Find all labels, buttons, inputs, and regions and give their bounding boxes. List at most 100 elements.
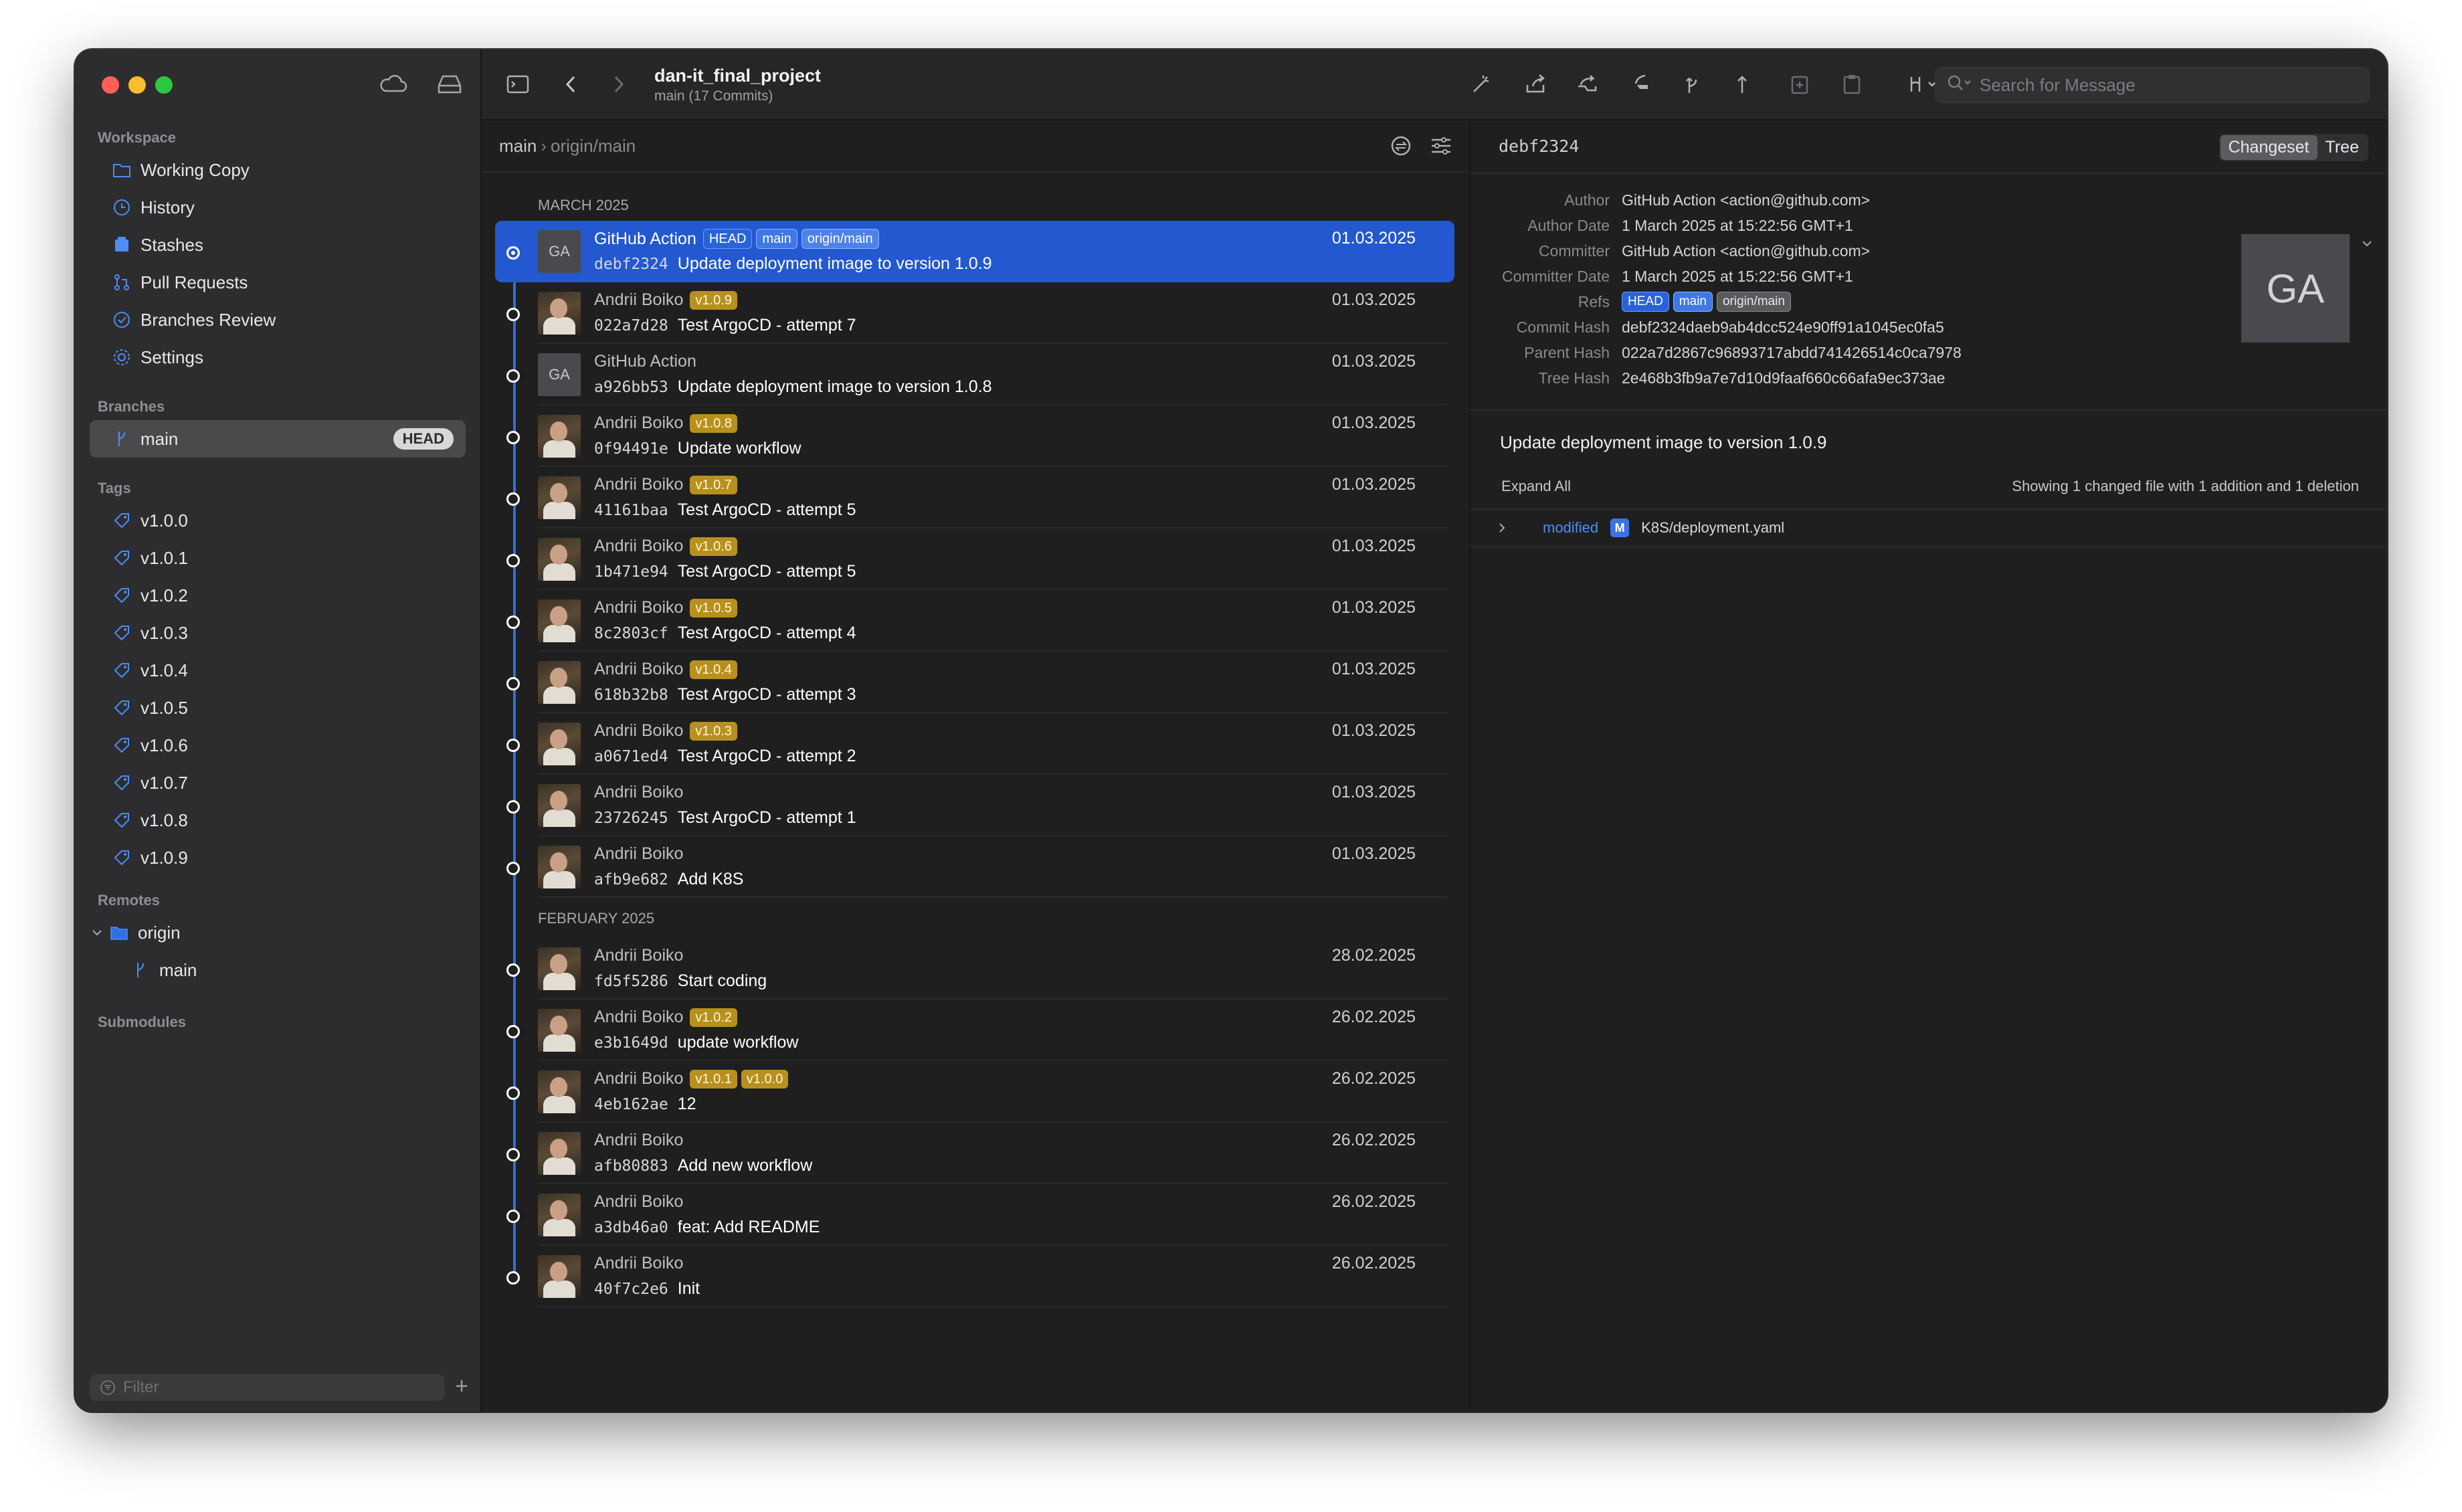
sidebar-toggle-button[interactable] xyxy=(502,70,534,102)
branch-button[interactable] xyxy=(1677,70,1709,102)
sync-icon[interactable] xyxy=(1389,134,1413,163)
graph-node xyxy=(506,616,520,629)
magic-wand-button[interactable] xyxy=(1465,70,1497,102)
sidebar-item-tag[interactable]: v1.0.5 xyxy=(75,689,480,727)
filter-field[interactable]: Filter xyxy=(90,1374,444,1401)
commit-row[interactable]: Andrii Boiko 40f7c2e6 Init 26.02.2025 xyxy=(495,1246,1454,1307)
magic-wand-icon xyxy=(1469,72,1494,100)
sidebar-item-tag[interactable]: v1.0.8 xyxy=(75,801,480,839)
tag-badge[interactable]: v1.0.9 xyxy=(690,290,737,310)
sliders-icon[interactable] xyxy=(1429,134,1453,163)
sidebar-item-remote-main[interactable]: main xyxy=(75,951,480,989)
sidebar-item-tag[interactable]: v1.0.9 xyxy=(75,839,480,876)
commit-author: Andrii Boiko xyxy=(594,1069,684,1088)
tag-badge[interactable]: v1.0.2 xyxy=(690,1008,737,1027)
commit-subject: Add new workflow xyxy=(677,1156,813,1175)
fetch-button[interactable] xyxy=(1571,70,1603,102)
tag-badge[interactable]: v1.0.1 xyxy=(690,1069,737,1089)
expand-all-button[interactable]: Expand All xyxy=(1501,478,1571,495)
back-button[interactable] xyxy=(555,70,587,102)
commit-row[interactable]: Andrii Boiko afb9e682 Add K8S 01.03.2025 xyxy=(495,836,1454,898)
tag-badge[interactable]: v1.0.5 xyxy=(690,598,737,618)
pull-button[interactable] xyxy=(1623,70,1655,102)
sidebar-item-stashes[interactable]: Stashes xyxy=(75,226,480,264)
sidebar-item-tag[interactable]: v1.0.0 xyxy=(75,502,480,539)
commit-row[interactable]: Andrii Boiko v1.0.9 022a7d28 Test ArgoCD - … xyxy=(495,282,1454,344)
commit-row[interactable]: Andrii Boiko v1.0.6 1b471e94 Test ArgoCD - … xyxy=(495,529,1454,590)
sidebar-item-tag[interactable]: v1.0.1 xyxy=(75,539,480,577)
share-button[interactable] xyxy=(1520,70,1552,102)
sidebar-item-history[interactable]: History xyxy=(75,189,480,226)
commit-subject: Test ArgoCD - attempt 2 xyxy=(677,747,856,765)
commit-row[interactable]: Andrii Boiko v1.0.4 618b32b8 Test ArgoCD - … xyxy=(495,652,1454,713)
sidebar-item-pull-requests[interactable]: Pull Requests xyxy=(75,264,480,301)
sidebar-item-branch-main[interactable]: main HEAD xyxy=(90,420,466,458)
avatar-face xyxy=(550,1139,567,1159)
stash-button[interactable] xyxy=(1784,70,1816,102)
ref-badge-main[interactable]: main xyxy=(1673,292,1713,312)
tag-badge[interactable]: v1.0.7 xyxy=(690,475,737,494)
tag-badge[interactable]: v1.0.4 xyxy=(690,660,737,679)
sidebar-item-label: Stashes xyxy=(140,234,203,255)
tag-badge[interactable]: v1.0.8 xyxy=(690,413,737,433)
commit-row[interactable]: Andrii Boiko v1.0.5 8c2803cf Test ArgoCD - … xyxy=(495,590,1454,652)
sidebar-item-working-copy[interactable]: Working Copy xyxy=(75,151,480,189)
forward-button[interactable] xyxy=(602,70,634,102)
ref-badge-head[interactable]: HEAD xyxy=(1622,292,1669,312)
pop-stash-button[interactable] xyxy=(1836,70,1868,102)
sidebar-item-branches-review[interactable]: Branches Review xyxy=(75,301,480,339)
sidebar-item-tag[interactable]: v1.0.2 xyxy=(75,577,480,614)
add-button[interactable]: + xyxy=(455,1374,468,1400)
tag-badge[interactable]: v1.0.0 xyxy=(741,1069,789,1089)
chevron-down-icon[interactable] xyxy=(2360,237,2374,250)
commit-row[interactable]: Andrii Boiko v1.0.8 0f94491e Update workflo… xyxy=(495,405,1454,467)
commit-hash: 0f94491e xyxy=(594,440,668,458)
push-button[interactable] xyxy=(1726,70,1758,102)
commit-row[interactable]: Andrii Boiko fd5f5286 Start coding 28.02.20… xyxy=(495,938,1454,1000)
breadcrumb-branch[interactable]: main xyxy=(499,136,537,157)
breadcrumb-remote[interactable]: origin/main xyxy=(551,136,636,157)
chevron-down-icon[interactable] xyxy=(91,923,103,942)
tag-badge[interactable]: v1.0.6 xyxy=(690,537,737,556)
chevron-right-icon[interactable] xyxy=(1495,521,1509,535)
sidebar-item-label: Branches Review xyxy=(140,309,276,330)
drive-icon[interactable] xyxy=(435,71,464,101)
commit-row[interactable]: Andrii Boiko v1.0.3 a0671ed4 Test ArgoCD - … xyxy=(495,713,1454,775)
commit-row[interactable]: Andrii Boiko a3db46a0 feat: Add README 26.0… xyxy=(495,1184,1454,1246)
sidebar-item-tag[interactable]: v1.0.6 xyxy=(75,727,480,764)
avatar-face xyxy=(550,1262,567,1282)
avatar xyxy=(538,947,581,990)
commit-row[interactable]: Andrii Boiko v1.0.7 41161baa Test ArgoCD - … xyxy=(495,467,1454,529)
sidebar-item-label: v1.0.8 xyxy=(140,810,188,830)
sidebar-item-label: v1.0.7 xyxy=(140,772,188,793)
sidebar-item-tag[interactable]: v1.0.7 xyxy=(75,764,480,801)
commit-row[interactable]: Andrii Boiko afb80883 Add new workflow 26.0… xyxy=(495,1123,1454,1184)
commit-subject: Test ArgoCD - attempt 4 xyxy=(677,624,856,642)
tab-tree[interactable]: Tree xyxy=(2317,135,2367,160)
cloud-icon[interactable] xyxy=(379,71,408,101)
close-window-button[interactable] xyxy=(102,76,119,94)
minimize-window-button[interactable] xyxy=(128,76,146,94)
zoom-window-button[interactable] xyxy=(155,76,173,94)
commit-row[interactable]: GA GitHub Action HEAD main origin/main debf23… xyxy=(495,221,1454,282)
tab-changeset[interactable]: Changeset xyxy=(2220,135,2317,160)
commit-row[interactable]: Andrii Boiko v1.0.1 v1.0.0 4eb162ae 12 26.02.… xyxy=(495,1061,1454,1123)
ref-badge[interactable]: HEAD xyxy=(702,229,753,249)
sidebar-item-tag[interactable]: v1.0.4 xyxy=(75,652,480,689)
commit-row[interactable]: GA GitHub Action a926bb53 Update deployment… xyxy=(495,344,1454,405)
sidebar-item-remote-origin[interactable]: origin xyxy=(75,914,480,951)
parent-hash-link[interactable]: 022a7d2867c96893717abdd741426514c0ca7978 xyxy=(1622,344,1962,362)
ref-badge[interactable]: origin/main xyxy=(801,229,879,249)
commit-hash: a926bb53 xyxy=(594,379,668,396)
tag-badge[interactable]: v1.0.3 xyxy=(690,721,737,741)
ref-badge-origin-main[interactable]: origin/main xyxy=(1716,292,1791,312)
sidebar-item-settings[interactable]: Settings xyxy=(75,339,480,376)
search-field[interactable]: Search for Message xyxy=(1935,67,2370,103)
commit-author: Andrii Boiko xyxy=(594,946,684,965)
commit-row[interactable]: Andrii Boiko 23726245 Test ArgoCD - attemp… xyxy=(495,775,1454,836)
changed-file-row[interactable]: modified M K8S/deployment.yaml xyxy=(1471,508,2387,547)
ref-badge[interactable]: main xyxy=(756,229,797,249)
workspace-section: Workspace Working Copy History Stashes P… xyxy=(75,124,480,376)
commit-row[interactable]: Andrii Boiko v1.0.2 e3b1649d update workflo… xyxy=(495,1000,1454,1061)
sidebar-item-tag[interactable]: v1.0.3 xyxy=(75,614,480,652)
